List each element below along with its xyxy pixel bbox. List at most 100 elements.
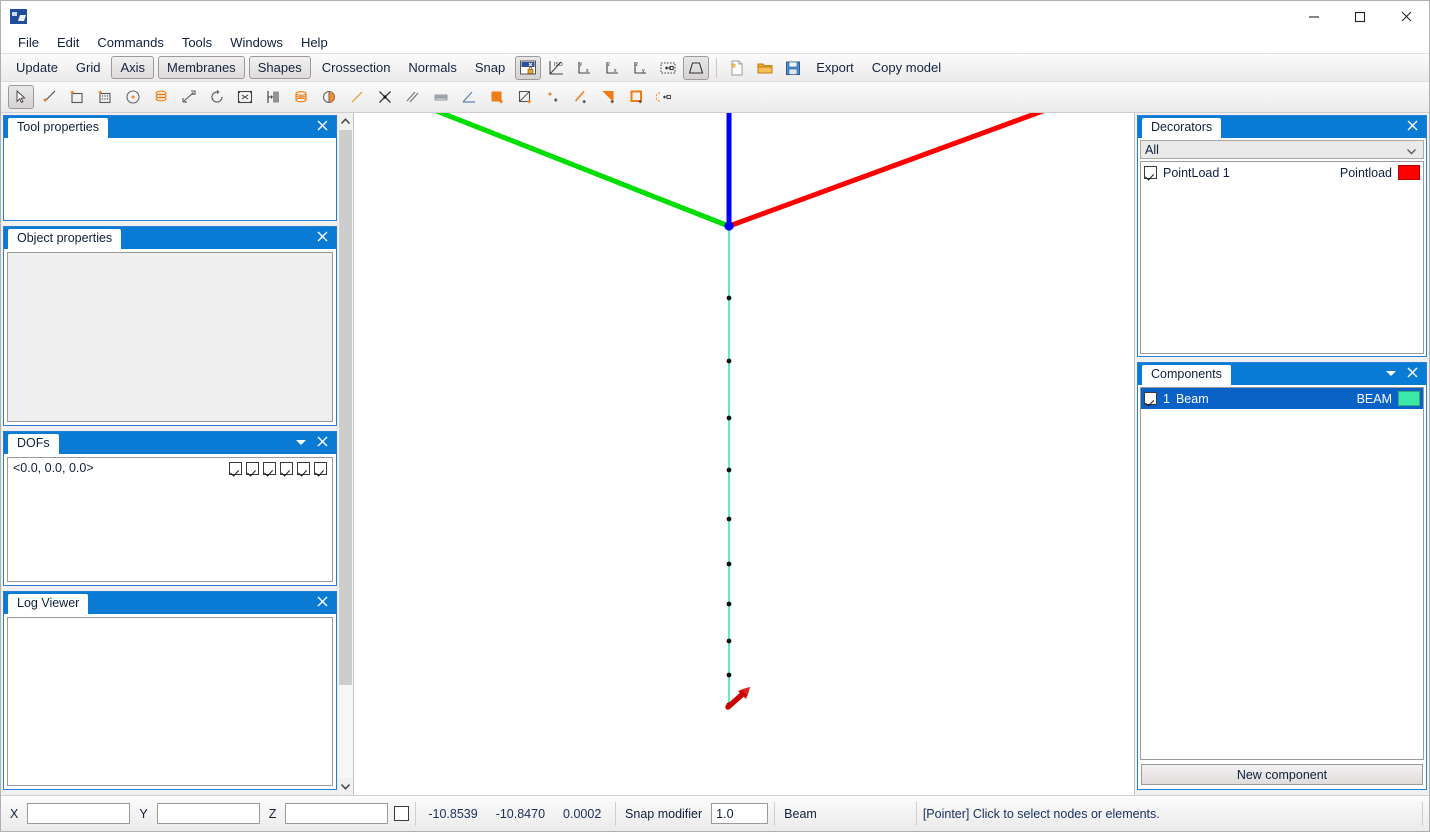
add-rectangle-icon[interactable]: [64, 85, 90, 109]
panel-tab-decorators[interactable]: Decorators: [1142, 118, 1222, 138]
toolbar-snap-button[interactable]: Snap: [466, 57, 514, 79]
coordinate-lock-checkbox[interactable]: [394, 806, 410, 821]
add-quad-icon[interactable]: [624, 85, 650, 109]
close-icon[interactable]: [1406, 119, 1419, 135]
menu-help[interactable]: Help: [292, 33, 337, 53]
component-visibility-checkbox[interactable]: [1144, 392, 1157, 405]
decorators-filter-select[interactable]: All: [1140, 140, 1424, 159]
dof-checkbox-3[interactable]: [263, 461, 276, 475]
component-color-swatch[interactable]: [1398, 391, 1420, 406]
close-icon[interactable]: [316, 119, 329, 135]
close-icon[interactable]: [316, 230, 329, 246]
panel-tab-log-viewer[interactable]: Log Viewer: [8, 594, 89, 614]
save-disk-icon[interactable]: [780, 56, 806, 80]
extrude-stack-icon[interactable]: [148, 85, 174, 109]
chevron-down-icon[interactable]: [1384, 366, 1398, 383]
minimize-button[interactable]: [1291, 1, 1337, 32]
add-edge-icon[interactable]: [568, 85, 594, 109]
zy-view-icon[interactable]: z y: [627, 56, 653, 80]
object-properties-grid[interactable]: [7, 252, 333, 422]
scrollbar-track[interactable]: [338, 130, 353, 778]
move-icon[interactable]: [176, 85, 202, 109]
3d-viewport[interactable]: [353, 113, 1135, 795]
close-icon[interactable]: [316, 595, 329, 611]
toolbar-membranes-toggle[interactable]: Membranes: [158, 56, 245, 79]
close-icon[interactable]: [316, 435, 329, 451]
menu-commands[interactable]: Commands: [88, 33, 172, 53]
new-component-button[interactable]: New component: [1141, 764, 1423, 785]
decorator-color-swatch[interactable]: [1398, 165, 1420, 180]
zx-view-icon[interactable]: z x: [599, 56, 625, 80]
copy-model-button[interactable]: Copy model: [863, 57, 950, 79]
left-dock-scrollbar[interactable]: [337, 113, 353, 795]
zoom-extents-icon[interactable]: [655, 56, 681, 80]
perspective-icon[interactable]: [683, 55, 710, 80]
pointer-select-icon[interactable]: [8, 85, 34, 109]
window-controls: [1291, 1, 1429, 32]
add-load-icon[interactable]: [652, 85, 678, 109]
beam-node: [726, 561, 732, 567]
scroll-up-icon[interactable]: [338, 113, 353, 130]
scale-icon[interactable]: [232, 85, 258, 109]
add-mesh-icon[interactable]: [92, 85, 118, 109]
add-surface-icon[interactable]: [512, 85, 538, 109]
menu-edit[interactable]: Edit: [48, 33, 88, 53]
iso-view-icon[interactable]: ISO: [543, 56, 569, 80]
intersect-icon[interactable]: [372, 85, 398, 109]
toolbar-grid-button[interactable]: Grid: [67, 57, 110, 79]
menu-tools[interactable]: Tools: [173, 33, 221, 53]
status-message: [Pointer] Click to select nodes or eleme…: [922, 806, 1160, 821]
split-circle-icon[interactable]: [316, 85, 342, 109]
yx-view-icon[interactable]: y x: [571, 56, 597, 80]
panel-tab-object-properties[interactable]: Object properties: [8, 229, 122, 249]
components-list[interactable]: 1 Beam BEAM: [1140, 387, 1424, 760]
dof-checkbox-1[interactable]: [229, 461, 242, 475]
log-viewer-text[interactable]: [7, 617, 333, 786]
menu-windows[interactable]: Windows: [221, 33, 292, 53]
mirror-icon[interactable]: [260, 85, 286, 109]
scroll-down-icon[interactable]: [338, 778, 353, 795]
parallel-lines-icon[interactable]: [400, 85, 426, 109]
dof-checkbox-6[interactable]: [314, 461, 327, 475]
chevron-down-icon[interactable]: [294, 435, 308, 452]
panel-tab-tool-properties[interactable]: Tool properties: [8, 118, 108, 138]
toolbar-axis-toggle[interactable]: Axis: [111, 56, 155, 79]
table-row[interactable]: 1 Beam BEAM: [1141, 388, 1423, 409]
rotate-icon[interactable]: [204, 85, 230, 109]
close-icon[interactable]: [1406, 366, 1419, 382]
export-button[interactable]: Export: [807, 57, 863, 79]
add-face-icon[interactable]: [484, 85, 510, 109]
toolbar-shapes-toggle[interactable]: Shapes: [248, 56, 311, 79]
offset-icon[interactable]: [428, 85, 454, 109]
divide-cylinder-icon[interactable]: [288, 85, 314, 109]
new-file-icon[interactable]: [724, 56, 750, 80]
add-line-icon[interactable]: [36, 85, 62, 109]
decorator-visibility-checkbox[interactable]: [1144, 166, 1157, 179]
y-input[interactable]: [156, 803, 260, 824]
toolbar-update-button[interactable]: Update: [7, 57, 67, 79]
decorators-list[interactable]: PointLoad 1 Pointload: [1140, 161, 1424, 354]
dof-checkbox-5[interactable]: [297, 461, 310, 475]
add-point-icon[interactable]: [540, 85, 566, 109]
add-circle-icon[interactable]: [120, 85, 146, 109]
add-triangle-icon[interactable]: [596, 85, 622, 109]
scrollbar-thumb[interactable]: [339, 130, 352, 685]
dof-checkbox-4[interactable]: [280, 461, 293, 475]
close-button[interactable]: [1383, 1, 1429, 32]
maximize-button[interactable]: [1337, 1, 1383, 32]
dof-checkbox-2[interactable]: [246, 461, 259, 475]
panel-tab-dofs[interactable]: DOFs: [8, 434, 59, 454]
toolbar-crossection-button[interactable]: Crossection: [313, 57, 400, 79]
x-input[interactable]: [27, 803, 131, 824]
line-tool-icon[interactable]: [344, 85, 370, 109]
lock-view-icon[interactable]: [515, 55, 542, 80]
menu-file[interactable]: File: [9, 33, 48, 53]
snap-modifier-input[interactable]: [711, 803, 769, 824]
toolbar-normals-button[interactable]: Normals: [399, 57, 465, 79]
beam-node: [726, 601, 732, 607]
angle-icon[interactable]: [456, 85, 482, 109]
open-folder-icon[interactable]: [752, 56, 778, 80]
z-input[interactable]: [285, 803, 389, 824]
panel-tab-components[interactable]: Components: [1142, 365, 1231, 385]
table-row[interactable]: PointLoad 1 Pointload: [1141, 162, 1423, 183]
